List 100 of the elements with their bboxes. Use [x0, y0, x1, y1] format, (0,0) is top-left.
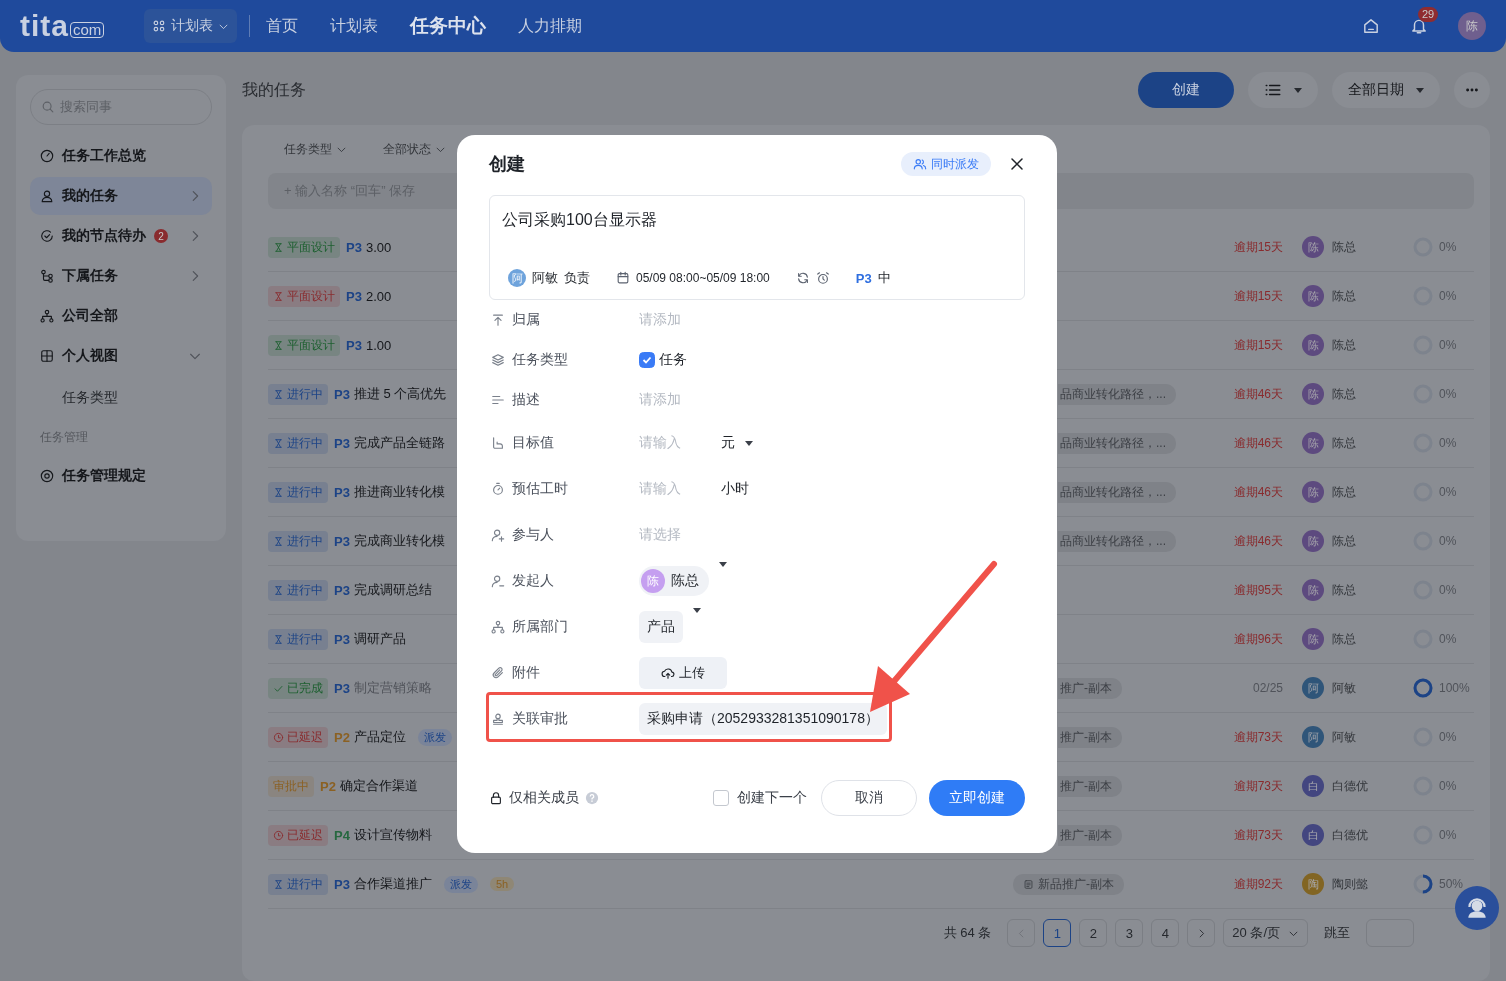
field-label: 预估工时	[512, 480, 568, 498]
home-icon[interactable]	[1362, 17, 1380, 35]
sidebar-item[interactable]: 个人视图	[30, 337, 212, 375]
project-tag[interactable]: 推广-副本	[1058, 775, 1122, 797]
create-next-checkbox[interactable]: 创建下一个	[713, 789, 807, 807]
dispatch-button[interactable]: 同时派发	[901, 152, 991, 176]
task-title[interactable]: 完成调研总结	[353, 581, 432, 599]
status-tag[interactable]: 进行中	[268, 530, 328, 552]
person-avatar: 陈	[641, 569, 665, 593]
page-size-dropdown[interactable]: 20 条/页	[1223, 919, 1308, 947]
task-title[interactable]: 完成商业转化模	[353, 532, 445, 550]
sidebar-item[interactable]: 任务工作总览	[30, 137, 212, 175]
logo[interactable]: tita com	[20, 11, 105, 41]
hourglass-icon	[273, 878, 284, 890]
user-avatar[interactable]: 陈	[1458, 12, 1486, 40]
project-tag[interactable]: 品商业转化路径，...	[1058, 481, 1176, 503]
status-tag[interactable]: 进行中	[268, 873, 328, 895]
sidebar-subitem[interactable]: 任务类型	[30, 377, 212, 417]
close-icon[interactable]	[1009, 156, 1025, 172]
due-date: 逾期73天	[1232, 728, 1283, 746]
user-icon	[491, 574, 505, 588]
task-title[interactable]: 合作渠道推广	[353, 875, 432, 893]
submit-button[interactable]: 立即创建	[929, 780, 1025, 816]
task-title-field[interactable]: 公司采购100台显示器	[502, 210, 1012, 231]
value-chip[interactable]: 采购申请（2052933281351090178）	[639, 703, 887, 735]
page-button[interactable]: 4	[1151, 919, 1180, 947]
app-switch-dropdown[interactable]: 计划表	[144, 9, 238, 43]
task-title[interactable]: 设计宣传物料	[353, 826, 432, 844]
owner-name[interactable]: 阿敏	[532, 269, 558, 287]
checkbox[interactable]	[639, 352, 655, 368]
project-tag[interactable]: 品商业转化路径，...	[1058, 530, 1176, 552]
caret-icon[interactable]	[719, 562, 727, 567]
owner-avatar: 陈	[1302, 530, 1324, 552]
task-title[interactable]: 1.00	[365, 337, 392, 353]
status-tag[interactable]: 进行中	[268, 481, 328, 503]
task-title[interactable]: 完成产品全链路	[353, 434, 445, 452]
caret-icon	[1294, 87, 1302, 93]
stamp-icon	[491, 712, 505, 726]
project-tag[interactable]: 新品推广-副本	[1013, 873, 1124, 895]
nav-tab[interactable]: 计划表	[330, 15, 379, 37]
project-tag[interactable]: 推广-副本	[1058, 824, 1122, 846]
progress-percent: 50%	[1439, 877, 1464, 891]
project-tag[interactable]: 品商业转化路径，...	[1058, 383, 1176, 405]
task-title[interactable]: 推进 5 个高优先	[353, 385, 447, 403]
person-chip[interactable]: 陈 陈总	[639, 566, 709, 596]
sidebar-item[interactable]: 我的任务	[30, 177, 212, 215]
page-button[interactable]: 3	[1115, 919, 1144, 947]
create-button[interactable]: 创建	[1138, 72, 1234, 108]
date-filter-button[interactable]: 全部日期	[1332, 72, 1440, 108]
owner-avatar: 陈	[1302, 383, 1324, 405]
task-title[interactable]: 3.00	[365, 239, 392, 255]
upload-button[interactable]: 上传	[639, 657, 727, 689]
value-chip[interactable]: 产品	[639, 611, 683, 643]
unit-label[interactable]: 小时	[721, 480, 749, 498]
hourglass-icon	[273, 584, 284, 596]
priority-level[interactable]: 中	[877, 269, 891, 287]
filter-dropdown[interactable]: 任务类型	[278, 139, 353, 159]
alarm-icon[interactable]	[815, 271, 830, 285]
time-range[interactable]: 05/09 08:00~05/09 18:00	[636, 271, 770, 285]
task-title[interactable]: 调研产品	[353, 630, 406, 648]
priority-label: P3	[346, 239, 362, 255]
nav-tab[interactable]: 首页	[266, 15, 299, 37]
lines-icon	[491, 393, 505, 407]
sidebar-item[interactable]: 下属任务	[30, 257, 212, 295]
sidebar-item[interactable]: 我的节点待办 2	[30, 217, 212, 255]
repeat-icon[interactable]	[795, 271, 810, 285]
sidebar-item[interactable]: 公司全部	[30, 297, 212, 335]
owner-name: 陈总	[1332, 238, 1356, 256]
status-tag[interactable]: 进行中	[268, 628, 328, 650]
sidebar-item[interactable]: 任务管理规定	[30, 457, 212, 495]
caret-icon[interactable]	[693, 608, 701, 613]
bell-icon[interactable]	[1410, 17, 1428, 35]
project-tag[interactable]: 推广-副本	[1058, 726, 1122, 748]
progress-percent: 0%	[1439, 828, 1457, 842]
task-title[interactable]: 2.00	[365, 288, 392, 304]
priority-label[interactable]: P3	[855, 270, 872, 286]
due-date: 02/25	[1251, 681, 1283, 695]
cancel-button[interactable]: 取消	[821, 780, 917, 816]
progress-percent: 0%	[1439, 779, 1457, 793]
unit-label[interactable]: 元	[721, 434, 735, 452]
progress-percent: 0%	[1439, 338, 1457, 352]
nav-tab[interactable]: 人力排期	[518, 15, 583, 37]
task-title[interactable]: 推进商业转化模	[353, 483, 445, 501]
owner-name: 陈总	[1332, 630, 1356, 648]
owner-avatar: 白	[1302, 824, 1324, 846]
page-button[interactable]: 1	[1043, 919, 1072, 947]
status-tag[interactable]: 进行中	[268, 383, 328, 405]
status-tag[interactable]: 进行中	[268, 432, 328, 454]
project-tag[interactable]: 推广-副本	[1058, 677, 1122, 699]
caret-icon[interactable]	[745, 440, 753, 446]
hourglass-icon	[273, 290, 284, 302]
task-title[interactable]: 确定合作渠道	[339, 777, 418, 795]
task-input-box[interactable]: 公司采购100台显示器 阿 阿敏 负责 05/09 08:00~05/09 18:00 P3 中	[489, 195, 1025, 300]
page-button[interactable]: 2	[1079, 919, 1108, 947]
task-title[interactable]: 产品定位	[353, 728, 406, 746]
status-tag[interactable]: 进行中	[268, 579, 328, 601]
view-switch-button[interactable]	[1248, 72, 1318, 108]
project-tag[interactable]: 品商业转化路径，...	[1058, 432, 1176, 454]
nav-tab[interactable]: 任务中心	[410, 13, 487, 39]
filter-dropdown[interactable]: 全部状态	[377, 139, 452, 159]
